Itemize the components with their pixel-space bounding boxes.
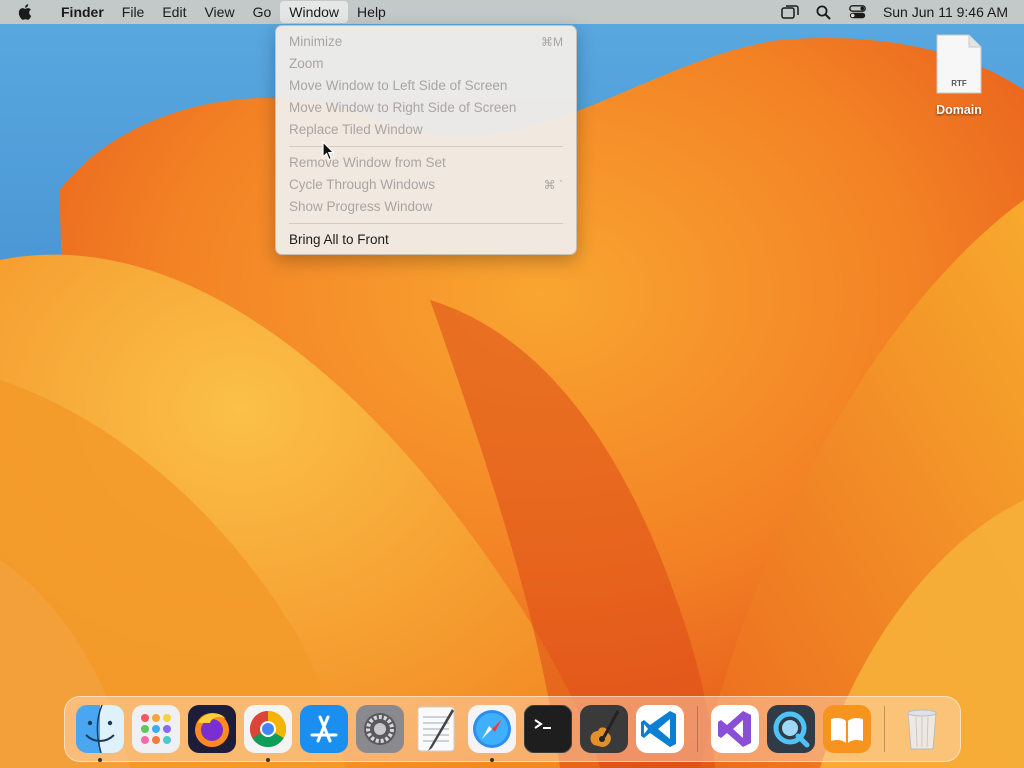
books-icon[interactable] [823,705,871,753]
dock [64,696,961,762]
finder-icon[interactable] [76,704,124,762]
menu-item-label: Cycle Through Windows [289,177,436,192]
vscode-icon[interactable] [636,705,684,753]
menu-item-shortcut: ⌘M [541,35,563,49]
menu-finder[interactable]: Finder [52,1,113,23]
menu-item-label: Show Progress Window [289,199,433,214]
chrome-icon[interactable] [244,705,292,762]
desktop-file-domain[interactable]: RTF Domain [925,33,993,117]
file-type-label: RTF [951,79,967,88]
trash-icon[interactable] [898,705,946,753]
menu-item-move-left[interactable]: Move Window to Left Side of Screen [276,75,576,97]
terminal-icon[interactable] [523,704,573,754]
dock-separator [697,706,698,752]
menu-help[interactable]: Help [348,1,395,23]
apple-menu-icon[interactable] [0,3,52,21]
menu-item-label: Remove Window from Set [289,155,446,170]
search-icon[interactable] [807,0,841,24]
menu-bar-clock[interactable]: Sun Jun 11 9:46 AM [875,4,1008,20]
running-indicator [98,758,102,762]
menu-item-replace-tiled[interactable]: Replace Tiled Window [276,119,576,141]
menu-item-minimize[interactable]: Minimize ⌘M [276,31,576,53]
rtf-document-icon: RTF [935,33,983,95]
menu-item-label: Move Window to Left Side of Screen [289,78,508,93]
menu-bar: Finder File Edit View Go Window Help Sun… [0,0,1024,24]
mouse-pointer-icon [322,141,335,161]
file-name-label: Domain [936,103,982,117]
menu-item-label: Minimize [289,34,343,49]
menu-item-move-right[interactable]: Move Window to Right Side of Screen [276,97,576,119]
textedit-icon[interactable] [412,705,460,753]
quicktime-icon[interactable] [767,705,815,753]
visual-studio-icon[interactable] [711,705,759,753]
menu-item-bring-all-to-front[interactable]: Bring All to Front [276,229,576,251]
screen-mirroring-icon[interactable] [773,0,807,24]
launchpad-icon[interactable] [132,705,180,753]
safari-icon[interactable] [468,705,516,762]
menu-item-show-progress[interactable]: Show Progress Window [276,196,576,218]
menu-go[interactable]: Go [244,1,281,23]
garageband-icon[interactable] [580,705,628,753]
window-menu-dropdown: Minimize ⌘M Zoom Move Window to Left Sid… [275,25,577,255]
menu-window[interactable]: Window [280,1,349,23]
app-store-icon[interactable] [300,705,348,753]
menu-item-cycle-windows[interactable]: Cycle Through Windows ⌘ ` [276,174,576,196]
running-indicator [490,758,494,762]
running-indicator [266,758,270,762]
system-settings-icon[interactable] [356,705,404,753]
menu-item-label: Zoom [289,56,324,71]
menu-separator [289,223,563,224]
menu-view[interactable]: View [195,1,243,23]
menu-edit[interactable]: Edit [153,1,195,23]
dock-separator [884,706,885,752]
menu-item-shortcut: ⌘ ` [543,178,563,192]
firefox-icon[interactable] [188,705,236,753]
control-center-icon[interactable] [841,0,875,24]
menu-item-label: Move Window to Right Side of Screen [289,100,517,115]
menu-item-label: Replace Tiled Window [289,122,423,137]
menu-file[interactable]: File [113,1,154,23]
menu-item-label: Bring All to Front [289,232,389,247]
menu-item-remove-from-set[interactable]: Remove Window from Set [276,152,576,174]
menu-item-zoom[interactable]: Zoom [276,53,576,75]
